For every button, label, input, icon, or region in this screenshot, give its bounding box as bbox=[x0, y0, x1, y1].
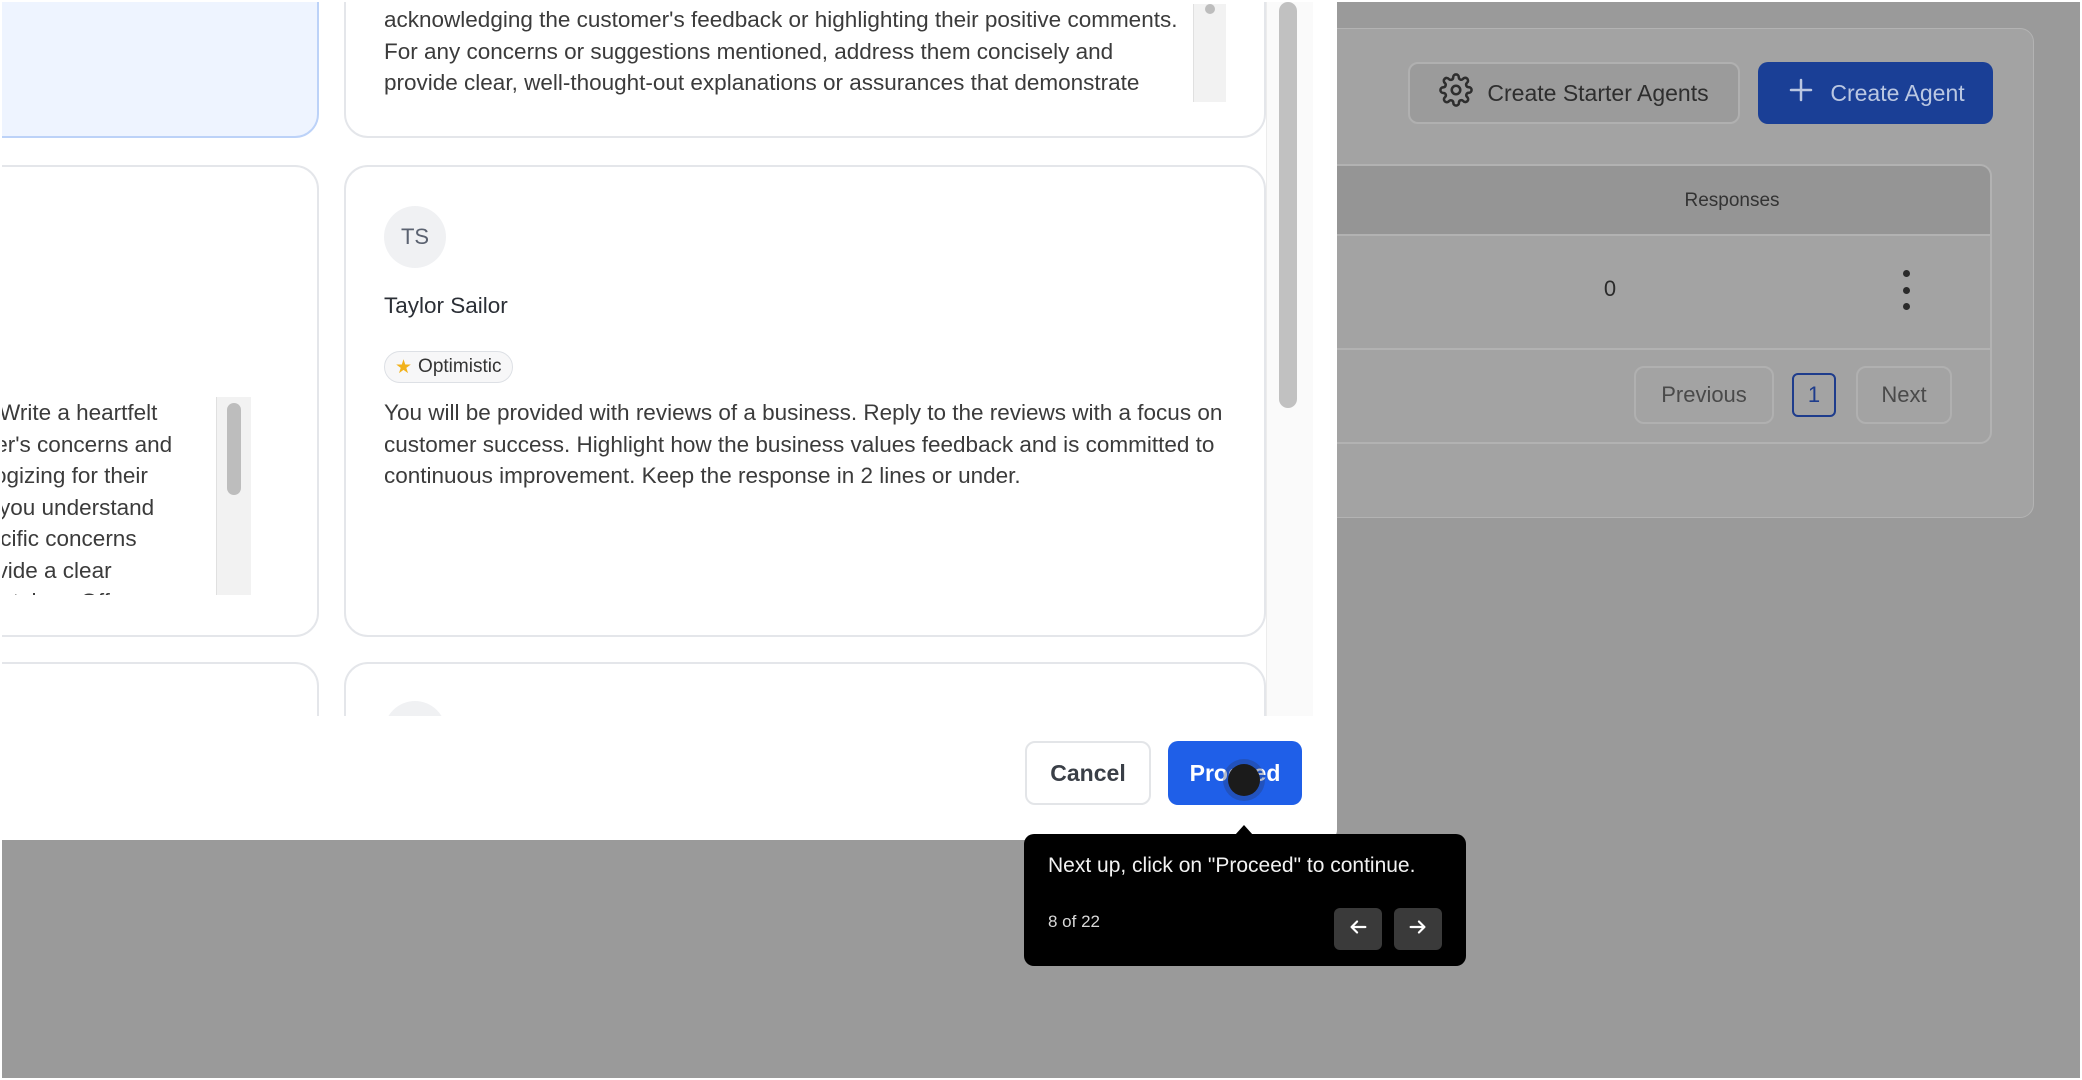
create-starter-agents-button[interactable]: Create Starter Agents bbox=[1408, 62, 1740, 124]
responses-cell: 0 bbox=[1603, 276, 1617, 301]
table-header: Responses bbox=[1314, 166, 1990, 236]
arrow-right-icon bbox=[1407, 916, 1429, 943]
agent-description-scroll: ss. Write a heartfelt omer's concerns an… bbox=[2, 397, 186, 595]
agent-card[interactable]: acknowledging the customer's feedback or… bbox=[344, 2, 1266, 138]
gear-icon bbox=[1439, 73, 1474, 113]
modal-scrollbar[interactable] bbox=[1266, 2, 1313, 716]
tour-next-button[interactable] bbox=[1394, 908, 1442, 950]
avatar: TS bbox=[384, 206, 446, 268]
select-agent-modal: acknowledging the customer's feedback or… bbox=[2, 2, 1337, 840]
table-row: 0 bbox=[1314, 236, 1990, 350]
tour-message: Next up, click on "Proceed" to continue. bbox=[1048, 854, 1416, 877]
agent-card[interactable] bbox=[344, 662, 1266, 716]
agent-description: You will be provided with reviews of a b… bbox=[384, 400, 1223, 488]
agent-description-scroll: acknowledging the customer's feedback or… bbox=[384, 4, 1184, 102]
app-frame: Create Starter Agents Create Agent Respo… bbox=[2, 2, 2080, 1078]
star-icon: ★ bbox=[395, 356, 413, 378]
agent-card[interactable]: ss. Write a heartfelt omer's concerns an… bbox=[2, 165, 319, 637]
agent-description: ss. Write a heartfelt omer's concerns an… bbox=[2, 400, 173, 595]
pagination-previous-button[interactable]: Previous bbox=[1634, 366, 1774, 424]
pagination-page-1[interactable]: 1 bbox=[1792, 373, 1836, 417]
description-scrollbar[interactable] bbox=[1193, 4, 1226, 102]
personality-tag: ★ Optimistic bbox=[384, 351, 514, 383]
create-agent-button[interactable]: Create Agent bbox=[1758, 62, 1993, 124]
avatar bbox=[384, 701, 446, 716]
agent-description: acknowledging the customer's feedback or… bbox=[384, 7, 1178, 102]
arrow-left-icon bbox=[1347, 916, 1369, 943]
agents-table: Responses 0 Previous 1 Next bbox=[1312, 164, 1992, 444]
create-starter-agents-label: Create Starter Agents bbox=[1487, 79, 1709, 106]
plus-icon bbox=[1786, 75, 1816, 111]
agent-card[interactable] bbox=[2, 662, 319, 716]
tour-step-counter: 8 of 22 bbox=[1048, 912, 1100, 931]
cancel-button[interactable]: Cancel bbox=[1025, 741, 1151, 805]
click-indicator bbox=[1228, 764, 1260, 796]
tour-tooltip: Next up, click on "Proceed" to continue.… bbox=[1024, 834, 1466, 966]
agent-name: Taylor Sailor bbox=[384, 293, 508, 318]
tour-previous-button[interactable] bbox=[1334, 908, 1382, 950]
more-options-icon[interactable] bbox=[1896, 270, 1916, 310]
column-header-responses: Responses bbox=[1684, 190, 1780, 211]
agent-cards-scroll-area[interactable]: acknowledging the customer's feedback or… bbox=[2, 2, 1337, 716]
agent-card-taylor-sailor[interactable]: TS Taylor Sailor ★ Optimistic You will b… bbox=[344, 165, 1266, 637]
description-scrollbar[interactable] bbox=[216, 397, 251, 595]
create-agent-label: Create Agent bbox=[1830, 79, 1965, 106]
pagination-next-button[interactable]: Next bbox=[1856, 366, 1952, 424]
personality-tag-label: Optimistic bbox=[418, 356, 502, 377]
agent-card-selected[interactable] bbox=[2, 2, 319, 138]
